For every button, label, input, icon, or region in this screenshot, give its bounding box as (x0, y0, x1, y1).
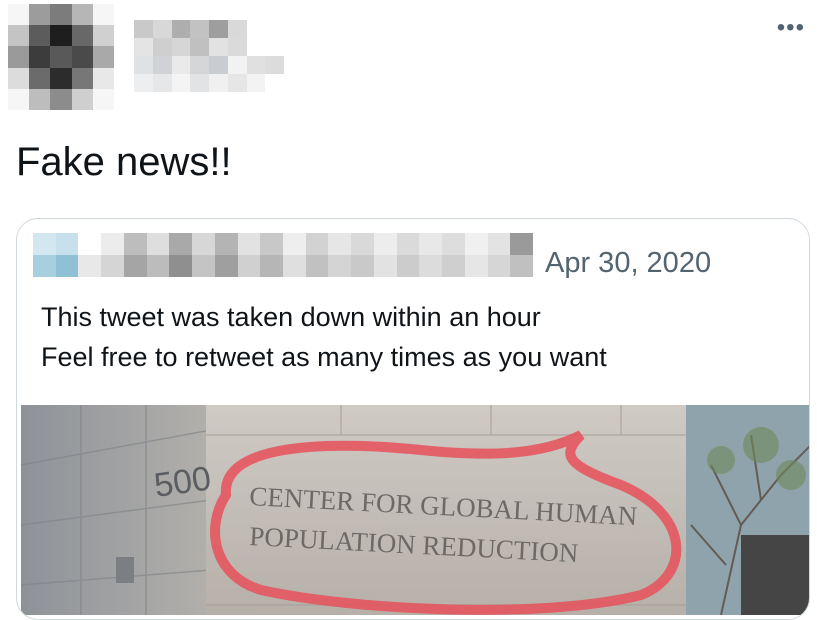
building-photo: 500 CENTER FOR GLOBAL HUMAN POPULATION R… (21, 405, 809, 615)
quoted-tweet-card[interactable]: Apr 30, 2020 This tweet was taken down w… (16, 218, 810, 620)
quoted-tweet-line-2: Feel free to retweet as many times as yo… (41, 342, 607, 372)
more-options-icon[interactable]: ••• (777, 16, 805, 40)
tweet-text: Fake news!! (16, 140, 232, 184)
quoted-tweet-line-1: This tweet was taken down within an hour (41, 302, 541, 332)
quoted-author-blurred[interactable] (33, 233, 533, 277)
quoted-tweet-text: This tweet was taken down within an hour… (41, 297, 607, 377)
building-number: 500 (152, 459, 213, 505)
author-name-blurred[interactable] (134, 20, 284, 92)
quoted-tweet-image[interactable]: 500 CENTER FOR GLOBAL HUMAN POPULATION R… (21, 405, 809, 615)
quoted-tweet-date[interactable]: Apr 30, 2020 (545, 247, 711, 280)
author-avatar[interactable] (8, 4, 114, 110)
